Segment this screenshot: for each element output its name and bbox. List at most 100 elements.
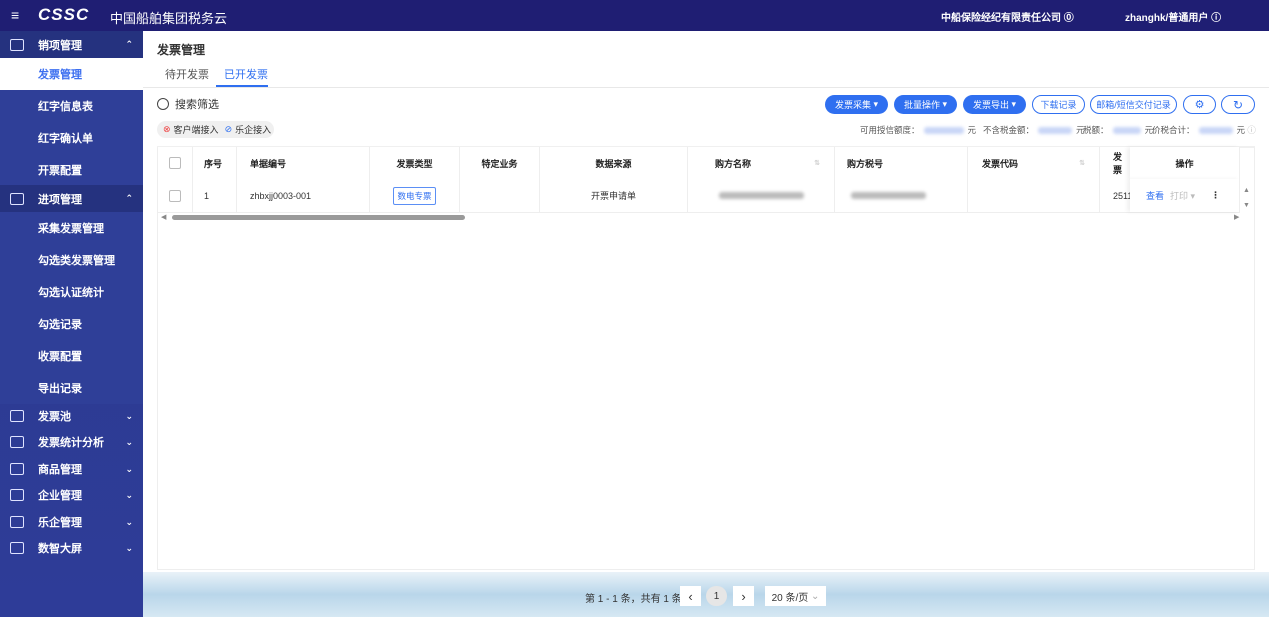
unit: 元 — [1236, 125, 1246, 135]
next-page-button[interactable]: › — [733, 586, 754, 606]
untaxed-summary: 不含税金额：元 — [983, 124, 1085, 136]
col-buyer-name[interactable]: 购方名称 ⇅ — [688, 147, 835, 179]
horizontal-scrollbar[interactable] — [172, 215, 465, 220]
col-actions: 操作 — [1130, 147, 1240, 179]
cell-invoice-code — [968, 179, 1100, 212]
sidebar-item-dashboard[interactable]: 数智大屏 ⌄ — [0, 535, 143, 561]
prev-page-button[interactable]: ‹ — [680, 586, 701, 606]
sidebar-item-collect[interactable]: 采集发票管理 — [0, 212, 143, 244]
help-icon[interactable]: ⓘ — [1247, 125, 1256, 135]
label: 价税合计： — [1152, 125, 1195, 135]
box-icon — [10, 463, 24, 475]
download-records-button[interactable]: 下载记录 — [1032, 95, 1085, 114]
search-icon — [157, 98, 169, 110]
row-select-cell — [158, 179, 193, 212]
batch-actions-button[interactable]: 批量操作 ▾ — [894, 95, 957, 114]
page-title: 发票管理 — [157, 43, 206, 57]
menu-icon[interactable]: ≡ — [11, 7, 19, 23]
cell-actions: 查看 打印 ▾ ⋮ — [1130, 179, 1240, 212]
refresh-icon: ↻ — [1232, 97, 1244, 112]
scroll-left-icon[interactable]: ◀ — [161, 213, 166, 221]
chip-leqi[interactable]: 乐企接入 — [235, 123, 271, 136]
sidebar-item-leqi[interactable]: 乐企管理 ⌄ — [0, 509, 143, 535]
search-filter[interactable]: 搜索筛选 — [157, 96, 219, 112]
label: 批量操作 — [903, 100, 940, 110]
select-all-cell — [158, 147, 193, 179]
sidebar-item-select-stats[interactable]: 勾选认证统计 — [0, 276, 143, 308]
cell-buyer-name — [688, 179, 835, 212]
sidebar-item-goods[interactable]: 商品管理 ⌄ — [0, 456, 143, 482]
cell-special-business — [460, 179, 540, 212]
sidebar-item-invoice-management[interactable]: 发票管理 — [0, 58, 143, 90]
chip-client[interactable]: 客户端接入 — [174, 123, 219, 136]
user-name: zhanghk/普通用户 — [1125, 13, 1209, 24]
label: 乐企管理 — [38, 517, 82, 529]
sidebar-group-sales[interactable]: 销项管理 ⌃ — [0, 31, 143, 58]
invoice-collect-button[interactable]: 发票采集 ▾ — [825, 95, 888, 114]
invoice-type-tag: 数电专票 — [393, 186, 436, 205]
cell-buyer-tax-id — [835, 179, 968, 212]
settings-button[interactable]: ⚙ — [1183, 95, 1216, 114]
sidebar-item-invoice-pool[interactable]: 发票池 ⌄ — [0, 403, 143, 429]
label: 发票导出 — [972, 100, 1009, 110]
sidebar-item-select-records[interactable]: 勾选记录 — [0, 308, 143, 340]
col-invoice-code[interactable]: 发票代码 ⇅ — [968, 147, 1100, 179]
row-divider — [157, 212, 1240, 213]
chevron-right-icon: › — [741, 588, 746, 604]
col-invoice-type: 发票类型 — [370, 147, 460, 179]
chevron-down-icon: ⌄ — [125, 410, 133, 421]
cell-index: 1 — [193, 179, 237, 212]
label: 20 条/页 — [771, 592, 809, 604]
company-switcher[interactable]: 中船保险经纪有限责任公司 ⓪ — [941, 9, 1074, 24]
list-icon — [10, 192, 24, 205]
sidebar-item-export-records[interactable]: 导出记录 — [0, 372, 143, 404]
delivery-records-button[interactable]: 邮箱/短信交付记录 — [1090, 95, 1177, 114]
redacted-value — [851, 192, 926, 199]
invoice-export-button[interactable]: 发票导出 ▾ — [963, 95, 1026, 114]
col-data-source: 数据来源 — [540, 147, 688, 179]
tab-pending[interactable]: 待开发票 — [165, 66, 209, 82]
label: 商品管理 — [38, 464, 82, 476]
chart-icon — [10, 542, 24, 554]
sidebar-item-receive-config[interactable]: 收票配置 — [0, 340, 143, 372]
col-special-business: 特定业务 — [460, 147, 540, 179]
sort-icon[interactable]: ⇅ — [814, 159, 820, 167]
sidebar-item-issue-config[interactable]: 开票配置 — [0, 154, 143, 186]
print-dropdown[interactable]: 打印 ▾ — [1170, 189, 1195, 202]
tab-issued[interactable]: 已开发票 — [224, 66, 268, 82]
scroll-right-icon[interactable]: ▶ — [1234, 213, 1239, 221]
unit: 元 — [967, 125, 977, 135]
sidebar-item-red-info[interactable]: 红字信息表 — [0, 90, 143, 122]
label: 发票池 — [38, 411, 71, 423]
more-icon[interactable]: ⋮ — [1211, 190, 1220, 201]
vertical-scrollbar[interactable]: ▲ ▼ — [1243, 183, 1250, 213]
label: 打印 — [1170, 191, 1189, 201]
redacted-value — [1198, 127, 1233, 135]
sidebar-group-purchase[interactable]: 进项管理 ⌃ — [0, 185, 143, 212]
label: 购方名称 — [715, 158, 752, 169]
view-link[interactable]: 查看 — [1146, 189, 1164, 202]
col-invoice-no: 发票 — [1100, 147, 1130, 179]
chevron-left-icon: ‹ — [688, 588, 693, 604]
page-1-button[interactable]: 1 — [706, 586, 727, 606]
label: 销项管理 — [38, 39, 82, 52]
receipt-icon — [10, 410, 24, 422]
sidebar-item-invoice-stats[interactable]: 发票统计分析 ⌄ — [0, 429, 143, 455]
cell-doc-no: zhbxjj0003-001 — [237, 179, 370, 212]
col-doc-no: 单据编号 — [237, 147, 370, 179]
credit-summary: 可用授信额度： 元 — [860, 124, 976, 136]
page-size-select[interactable]: 20 条/页 ⌄ — [765, 586, 826, 606]
sidebar-item-enterprise[interactable]: 企业管理 ⌄ — [0, 482, 143, 508]
user-icon: ⓘ — [1211, 13, 1222, 24]
label: 发票统计分析 — [38, 437, 104, 449]
refresh-button[interactable]: ↻ — [1221, 95, 1255, 114]
label: 企业管理 — [38, 490, 82, 502]
app-title: 中国船舶集团税务云 — [110, 11, 228, 26]
building-icon: ⓪ — [1063, 13, 1074, 24]
sidebar-item-select-invoices[interactable]: 勾选类发票管理 — [0, 244, 143, 276]
select-all-checkbox[interactable] — [169, 157, 181, 169]
sort-icon[interactable]: ⇅ — [1079, 159, 1085, 167]
row-checkbox[interactable] — [169, 189, 181, 202]
sidebar-item-red-confirm[interactable]: 红字确认单 — [0, 122, 143, 154]
user-menu[interactable]: zhanghk/普通用户 ⓘ — [1125, 9, 1221, 24]
